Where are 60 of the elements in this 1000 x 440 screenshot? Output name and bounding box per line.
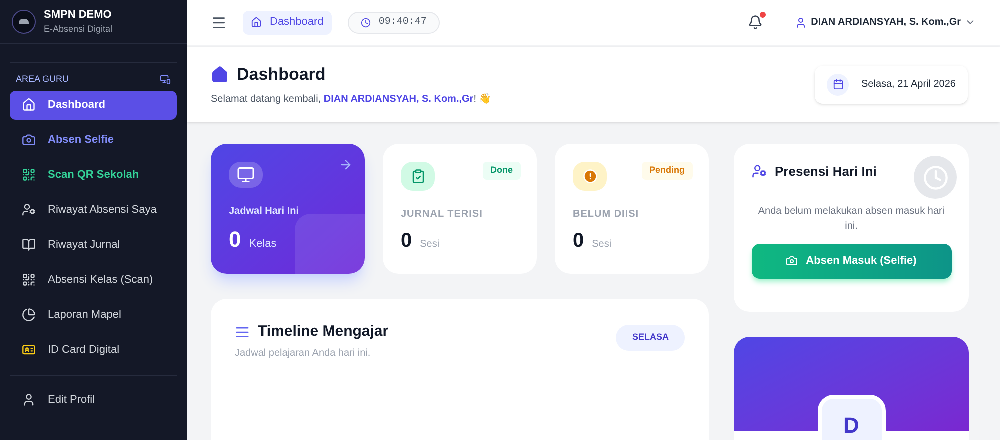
status-badge: Done bbox=[482, 162, 521, 180]
list-icon bbox=[235, 324, 250, 340]
logo-icon bbox=[12, 10, 36, 34]
devices-icon bbox=[160, 74, 171, 86]
menu-icon[interactable] bbox=[211, 14, 227, 30]
user-icon bbox=[22, 393, 36, 407]
sidebar-item[interactable]: Edit Profil bbox=[10, 386, 177, 414]
clock-icon bbox=[360, 18, 371, 28]
greeting-text: Selamat datang kembali, DIAN ARDIANSYAH, S. Kom.,Gr! 👋 bbox=[211, 92, 492, 107]
card-value: 0 bbox=[229, 226, 242, 254]
pie-chart-icon bbox=[22, 308, 36, 322]
clock-icon bbox=[914, 156, 957, 199]
sidebar-item[interactable]: Absen Selfie bbox=[10, 126, 177, 154]
schedule-card[interactable]: Jadwal Hari Ini 0 Kelas bbox=[211, 144, 365, 274]
brand-subtitle: E-Absensi Digital bbox=[44, 23, 113, 36]
sidebar-item[interactable]: Riwayat Absensi Saya bbox=[10, 196, 177, 224]
profile-avatar: D bbox=[818, 395, 886, 440]
timeline-subtitle: Jadwal pelajaran Anda hari ini. bbox=[235, 346, 372, 360]
qr-code-icon bbox=[22, 168, 36, 182]
user-gear-icon bbox=[22, 203, 36, 217]
card-unit: Sesi bbox=[420, 238, 440, 252]
section-label: AREA GURU bbox=[16, 73, 70, 86]
user-menu[interactable]: DIAN ARDIANSYAH, S. Kom.,Gr bbox=[795, 15, 976, 30]
card-label: Jadwal Hari Ini bbox=[229, 205, 300, 219]
book-icon bbox=[22, 238, 36, 252]
id-card-icon bbox=[22, 343, 36, 357]
day-badge: SELASA bbox=[616, 325, 685, 350]
sidebar-item[interactable]: Scan QR Sekolah bbox=[10, 160, 177, 190]
card-unit: Sesi bbox=[592, 238, 612, 252]
sidebar-item[interactable]: Dashboard bbox=[10, 90, 177, 120]
card-unit: Kelas bbox=[249, 237, 277, 252]
card-label: JURNAL TERISI bbox=[401, 208, 484, 222]
sidebar-item[interactable]: ID Card Digital bbox=[10, 336, 177, 364]
status-badge: Pending bbox=[642, 162, 693, 180]
user-icon bbox=[795, 16, 808, 28]
date-chip: Selasa, 21 April 2026 bbox=[815, 66, 968, 104]
calendar-icon bbox=[832, 79, 844, 90]
home-icon bbox=[211, 66, 229, 84]
sidebar-item[interactable]: Riwayat Jurnal bbox=[10, 230, 177, 260]
home-icon bbox=[251, 17, 262, 28]
card-value: 0 bbox=[573, 229, 584, 254]
card-value: 0 bbox=[401, 229, 412, 254]
breadcrumb-chip[interactable]: Dashboard bbox=[243, 10, 332, 34]
clipboard-icon bbox=[401, 162, 435, 191]
alert-icon bbox=[573, 162, 607, 191]
brand-name: SMPN DEMO bbox=[44, 8, 113, 22]
sidebar-item[interactable]: Absensi Kelas (Scan) bbox=[10, 266, 177, 294]
page-title: Dashboard bbox=[237, 64, 326, 86]
camera-icon bbox=[786, 255, 798, 267]
sidebar-item[interactable]: Laporan Mapel bbox=[10, 300, 177, 330]
presence-message: Anda belum melakukan absen masuk hari ini. bbox=[757, 204, 946, 234]
camera-icon bbox=[22, 133, 36, 147]
card-label: BELUM DIISI bbox=[573, 208, 640, 222]
monitor-icon bbox=[229, 162, 263, 188]
timeline-title: Timeline Mengajar bbox=[258, 322, 389, 342]
notification-button[interactable] bbox=[748, 15, 764, 30]
qr-code-icon bbox=[22, 273, 36, 287]
presence-title: Presensi Hari Ini bbox=[775, 163, 877, 181]
clock-chip: 09:40:47 bbox=[348, 12, 440, 34]
home-icon bbox=[22, 98, 36, 112]
